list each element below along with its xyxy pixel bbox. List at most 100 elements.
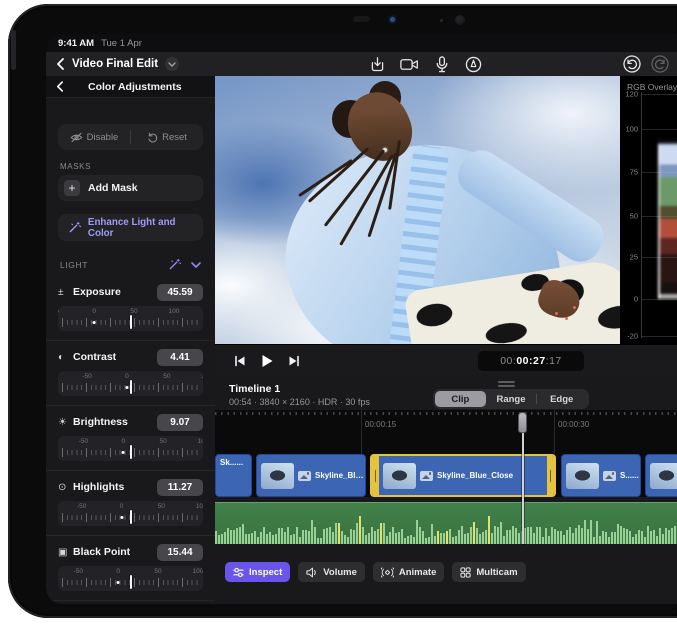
waveform-bar (233, 530, 235, 544)
mode-range[interactable]: Range (486, 391, 537, 407)
panel-back-icon[interactable] (50, 77, 70, 97)
timeline-name: Timeline 1 (229, 383, 280, 395)
timeline-ruler[interactable]: 00:00:15 00:00:30 (215, 410, 677, 454)
slider-value[interactable]: 15.44 (157, 544, 203, 561)
play-icon[interactable] (256, 350, 278, 372)
disable-button[interactable]: Disable (58, 132, 130, 143)
skip-back-icon[interactable] (229, 350, 251, 372)
value-cursor[interactable] (130, 380, 132, 394)
waveform-bar (536, 527, 538, 544)
value-cursor[interactable] (130, 445, 132, 459)
clip-skyline-blue-close-selected[interactable]: Skyline_Blue_Close (370, 454, 556, 497)
inspect-button[interactable]: Inspect (225, 562, 290, 582)
trim-handle-right[interactable] (547, 456, 554, 495)
trim-handle-left[interactable] (372, 456, 379, 495)
clips-track: Sk...... Skyline_Blue_Wide Skyline_Blue_… (215, 454, 677, 497)
wand-small-icon[interactable] (168, 258, 181, 271)
waveform-bar (296, 527, 298, 544)
panel-drag-handle[interactable] (498, 381, 515, 383)
waveform-bar (473, 522, 475, 544)
add-mask-button[interactable]: + Add Mask (58, 175, 203, 201)
waveform-bar (674, 526, 676, 544)
mode-clip[interactable]: Clip (435, 391, 486, 407)
waveform-bar (341, 531, 343, 544)
collapse-chevron-icon[interactable] (191, 262, 201, 268)
waveform-bar (653, 530, 655, 544)
clip-skyline-2[interactable]: S...... (561, 454, 641, 497)
ruler-label: 100 (201, 373, 203, 380)
waveform-bar (368, 533, 370, 544)
slider-name: Exposure (73, 286, 157, 298)
slider-value[interactable]: 4.41 (157, 349, 203, 366)
mode-edge[interactable]: Edge (536, 391, 587, 407)
slider-ruler[interactable]: -50 0 50 100 (58, 566, 203, 591)
waveform-bar (344, 535, 346, 544)
waveform-bar (446, 531, 448, 544)
waveform-bar (272, 535, 274, 544)
slider-ruler[interactable]: -50 0 50 100 (58, 501, 203, 526)
waveform-bar (512, 526, 514, 544)
video-preview[interactable] (215, 76, 620, 344)
waveform-bar (299, 537, 301, 544)
clip-skyline-3[interactable] (645, 454, 677, 497)
back-icon[interactable] (50, 54, 70, 74)
value-cursor[interactable] (130, 510, 132, 524)
value-cursor[interactable] (130, 315, 132, 329)
reset-icon (147, 132, 158, 143)
slider-ruler[interactable]: -50 0 50 100 (58, 436, 203, 461)
sensor-dot (440, 19, 443, 22)
status-time: 9:41 AM (58, 38, 94, 49)
waveform-bar (662, 534, 664, 544)
slider-value[interactable]: 11.27 (157, 479, 203, 496)
animate-button[interactable]: Animate (373, 562, 444, 582)
reset-button[interactable]: Reset (131, 132, 203, 143)
playhead-handle[interactable] (518, 412, 527, 433)
waveform-bar (347, 537, 349, 544)
status-bar: 9:41 AM Tue 1 Apr (46, 34, 677, 52)
tool-label: Multicam (476, 567, 517, 578)
audio-waveform-track[interactable] (215, 502, 677, 544)
timecode-current: 00:27 (516, 355, 545, 367)
timecode-display[interactable]: 00:00:27:17 (478, 351, 584, 371)
history-controls (623, 52, 669, 76)
slider-value[interactable]: 9.07 (157, 414, 203, 431)
microphone-icon[interactable] (432, 55, 451, 74)
volume-button[interactable]: Volume (298, 562, 365, 582)
import-icon[interactable] (368, 55, 387, 74)
waveform-bar (647, 526, 649, 544)
waveform-bar (293, 534, 295, 544)
waveform-bar (407, 536, 409, 544)
scope-axis-label: 50 (622, 212, 638, 221)
light-section-header: LIGHT (60, 258, 201, 271)
eye-slash-icon (70, 132, 83, 143)
slider-value[interactable]: 45.59 (157, 284, 203, 301)
value-cursor[interactable] (130, 575, 132, 589)
reset-label: Reset (162, 132, 187, 143)
slider-ruler[interactable]: -50 0 50 100 (58, 306, 203, 331)
waveform-bar (629, 531, 631, 544)
ruler-tick-dots (215, 412, 677, 415)
multicam-button[interactable]: Multicam (452, 562, 525, 582)
clip-skyline-1[interactable]: Sk...... (215, 454, 252, 497)
waveform-bar (461, 526, 463, 544)
undo-icon[interactable] (623, 55, 641, 73)
video-camera-icon[interactable] (400, 55, 419, 74)
enhance-light-color-button[interactable]: Enhance Light and Color (58, 214, 203, 241)
pencil-draw-icon[interactable] (464, 55, 483, 74)
waveform-bar (494, 526, 496, 544)
waveform-bar (608, 537, 610, 544)
photo-icon (420, 471, 433, 481)
clip-thumbnail (383, 463, 416, 489)
redo-icon[interactable] (651, 55, 669, 73)
ruler-label: -50 (58, 308, 59, 315)
skip-forward-icon[interactable] (283, 350, 305, 372)
slider-ruler[interactable]: -50 0 50 100 (58, 371, 203, 396)
project-title[interactable]: Video Final Edit (72, 58, 158, 70)
waveform-bar (590, 520, 592, 544)
viewer-area: RGB Overlay 120 100 75 50 25 0 -20 (215, 76, 677, 376)
clip-skyline-blue-wide[interactable]: Skyline_Blue_Wide (256, 454, 366, 497)
project-menu-chevron-icon[interactable] (165, 57, 179, 71)
waveform-bar (422, 531, 424, 544)
scope-axis-label: 0 (622, 295, 638, 304)
waveform-bar (326, 528, 328, 544)
